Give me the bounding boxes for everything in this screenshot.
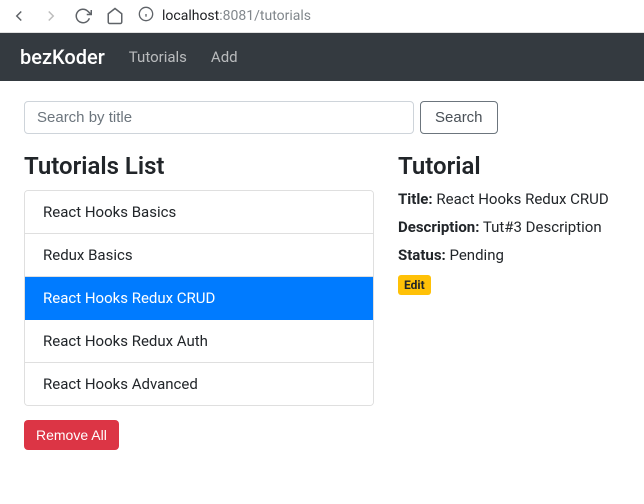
url-text: localhost:8081/tutorials <box>162 8 311 24</box>
list-item[interactable]: React Hooks Basics <box>25 191 373 234</box>
detail-status: Status: Pending <box>398 246 620 264</box>
address-bar[interactable]: localhost:8081/tutorials <box>138 6 311 26</box>
brand[interactable]: bezKoder <box>20 45 105 69</box>
back-icon[interactable] <box>10 7 28 25</box>
edit-button[interactable]: Edit <box>398 275 431 295</box>
info-icon <box>138 6 154 26</box>
detail-description: Description: Tut#3 Description <box>398 218 620 236</box>
search-input[interactable] <box>24 101 414 134</box>
detail-title: Title: React Hooks Redux CRUD <box>398 190 620 208</box>
list-item[interactable]: React Hooks Redux CRUD <box>25 277 373 320</box>
list-item[interactable]: React Hooks Advanced <box>25 363 373 405</box>
list-item[interactable]: Redux Basics <box>25 234 373 277</box>
home-icon[interactable] <box>106 7 124 25</box>
reload-icon[interactable] <box>74 7 92 25</box>
detail-heading: Tutorial <box>398 152 620 180</box>
search-row: Search <box>24 101 620 134</box>
nav-link-add[interactable]: Add <box>211 48 238 66</box>
browser-toolbar: localhost:8081/tutorials <box>0 0 644 33</box>
list-heading: Tutorials List <box>24 152 374 180</box>
list-item[interactable]: React Hooks Redux Auth <box>25 320 373 363</box>
remove-all-button[interactable]: Remove All <box>24 420 119 450</box>
search-button[interactable]: Search <box>420 101 498 134</box>
forward-icon[interactable] <box>42 7 60 25</box>
navbar: bezKoder Tutorials Add <box>0 33 644 81</box>
tutorials-list: React Hooks Basics Redux Basics React Ho… <box>24 190 374 406</box>
nav-link-tutorials[interactable]: Tutorials <box>129 48 187 66</box>
